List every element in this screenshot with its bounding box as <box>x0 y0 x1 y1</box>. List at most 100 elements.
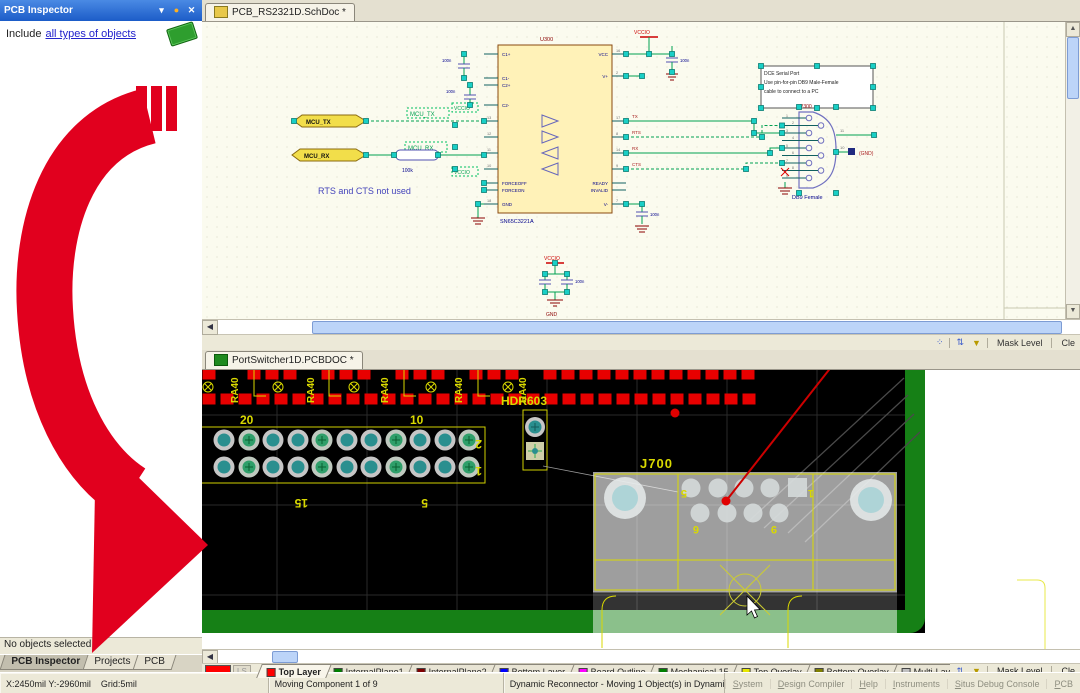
panel-title: PCB Inspector <box>4 5 153 16</box>
menu-situs-debug-console[interactable]: Situs Debug Console <box>947 679 1047 689</box>
gnd-power-port <box>848 148 855 155</box>
tab-schdoc[interactable]: PCB_RS2321D.SchDoc * <box>205 3 355 21</box>
cap-bottom-right: 100n <box>626 204 660 232</box>
svg-text:C2-: C2- <box>502 103 510 108</box>
pcb-horizontal-scrollbar[interactable]: ◀ <box>202 649 1080 663</box>
mask-level-button[interactable]: Mask Level <box>992 338 1048 348</box>
svg-text:5: 5 <box>681 487 687 499</box>
scroll-up-arrow[interactable]: ▲ <box>1066 22 1080 37</box>
svg-text:RA40: RA40 <box>380 377 391 403</box>
j700-ghost-component[interactable]: 5 1 6 9 <box>593 472 897 648</box>
svg-text:5: 5 <box>786 144 788 148</box>
db9-connector[interactable]: P300 13579 2468 <box>782 104 836 201</box>
close-icon[interactable]: ✕ <box>185 5 198 17</box>
schematic-annotation: RTS and CTS not used <box>318 186 411 196</box>
svg-text:11: 11 <box>840 128 845 133</box>
layer-color-icon <box>267 667 276 676</box>
wires-right <box>626 121 782 169</box>
svg-text:C1-: C1- <box>502 76 510 81</box>
menu-pcb[interactable]: PCB <box>1046 679 1080 689</box>
scroll-thumb[interactable] <box>312 321 1062 334</box>
ic-designator: U300 <box>540 37 553 43</box>
include-row: Include all types of objects <box>0 21 202 47</box>
menu-design-compiler[interactable]: Design Compiler <box>770 679 852 689</box>
svg-text:RA40: RA40 <box>230 377 241 403</box>
schematic-horizontal-scrollbar[interactable]: ◀ <box>202 319 1080 334</box>
no-erc-cross <box>781 168 789 176</box>
tab-pcb-inspector[interactable]: PCB Inspector <box>0 655 91 670</box>
svg-text:8: 8 <box>616 132 618 136</box>
ic-part-number: SN65C3221A <box>500 219 534 225</box>
note-box[interactable]: DCE Serial Port Use pin-for-pin DB9 Male… <box>761 66 873 108</box>
mode-status-cell: Dynamic Reconnector - Moving 1 Object(s)… <box>504 673 725 693</box>
svg-text:FORCEOFF: FORCEOFF <box>502 181 527 186</box>
svg-text:V+: V+ <box>602 74 608 79</box>
svg-text:V-: V- <box>604 202 609 207</box>
svg-text:6: 6 <box>792 151 794 155</box>
menu-system[interactable]: System <box>725 679 770 689</box>
svg-text:1: 1 <box>475 464 482 478</box>
pin-icon[interactable]: ● <box>170 5 183 17</box>
vcc-rail: VCCIO 100n <box>626 30 690 80</box>
schematic-canvas[interactable]: U300 SN65C3221A <box>202 22 1080 319</box>
j700-designator: J700 <box>640 456 673 471</box>
svg-text:RX: RX <box>632 146 638 151</box>
application-window: PCB Inspector ▾ ● ✕ Include all types of… <box>0 0 1080 693</box>
svg-text:CTS: CTS <box>632 162 641 167</box>
svg-text:7: 7 <box>616 199 618 203</box>
scroll-left-arrow[interactable]: ◀ <box>202 320 218 335</box>
decoupling-cluster[interactable]: VCCIO GND 100n <box>539 256 585 318</box>
svg-text:100n: 100n <box>575 279 585 284</box>
schematic-tab-bar: PCB_RS2321D.SchDoc * <box>202 0 1080 22</box>
svg-text:MCU_RX: MCU_RX <box>304 154 329 160</box>
svg-text:10: 10 <box>487 164 491 168</box>
port-mcu-rx[interactable]: MCU_RX <box>292 149 366 161</box>
scroll-thumb[interactable] <box>272 651 298 663</box>
svg-text:RTS: RTS <box>632 130 641 135</box>
schematic-drawing: U300 SN65C3221A <box>202 22 1066 319</box>
svg-text:100n: 100n <box>650 212 660 217</box>
include-label: Include <box>6 28 41 40</box>
hdr603-designator: HDR603 <box>501 394 547 408</box>
svg-text:13: 13 <box>487 116 491 120</box>
svg-text:100n: 100n <box>442 58 452 63</box>
ic-component[interactable]: U300 SN65C3221A <box>484 37 626 225</box>
schdoc-tab-label: PCB_RS2321D.SchDoc * <box>232 7 346 18</box>
layer-tab-top-layer[interactable]: Top Layer <box>256 664 332 678</box>
menu-instruments[interactable]: Instruments <box>885 679 947 689</box>
pcb-canvas[interactable]: RA40 RA40 RA40 RA40 RA40 <box>202 370 1080 649</box>
pcb-doc-icon <box>214 354 228 366</box>
sort-icon[interactable]: ⇅ <box>954 337 966 348</box>
resistor[interactable]: 100k <box>396 150 438 174</box>
svg-text:2: 2 <box>616 71 618 75</box>
pcb-inspector-panel: PCB Inspector ▾ ● ✕ Include all types of… <box>0 0 203 672</box>
tab-pcbdoc[interactable]: PortSwitcher1D.PCBDOC * <box>205 351 363 369</box>
svg-text:INVALID: INVALID <box>591 188 609 193</box>
svg-text:6: 6 <box>693 523 699 535</box>
svg-text:MCU_TX: MCU_TX <box>306 120 331 126</box>
tab-pcb[interactable]: PCB <box>133 655 176 670</box>
chevron-down-icon[interactable]: ▾ <box>155 5 168 17</box>
svg-text:8: 8 <box>792 166 794 170</box>
svg-text:3: 3 <box>786 129 788 133</box>
filter-funnel-icon[interactable]: ▼ <box>970 338 983 348</box>
scroll-left-arrow[interactable]: ◀ <box>202 650 218 664</box>
svg-text:READY: READY <box>592 181 608 186</box>
svg-text:20: 20 <box>240 413 254 427</box>
scroll-down-arrow[interactable]: ▼ <box>1066 304 1080 319</box>
port-mcu-tx[interactable]: MCU_TX <box>294 115 366 127</box>
include-filter-link[interactable]: all types of objects <box>45 28 136 40</box>
scroll-thumb[interactable] <box>1067 37 1079 99</box>
svg-text:GND: GND <box>502 202 513 207</box>
clear-button[interactable]: Cle <box>1056 338 1080 348</box>
svg-text:12: 12 <box>487 132 491 136</box>
gnd-symbol-db9 <box>778 168 792 194</box>
panel-titlebar[interactable]: PCB Inspector ▾ ● ✕ <box>0 0 202 21</box>
svg-text:1: 1 <box>808 487 814 499</box>
svg-text:15: 15 <box>294 496 308 510</box>
menu-help[interactable]: Help <box>851 679 885 689</box>
svg-text:18: 18 <box>487 199 491 203</box>
gnd-symbol-ic <box>471 204 485 224</box>
schematic-vertical-scrollbar[interactable]: ▲ ▼ <box>1065 22 1080 319</box>
snippets-icon[interactable]: ⁘ <box>934 337 946 348</box>
